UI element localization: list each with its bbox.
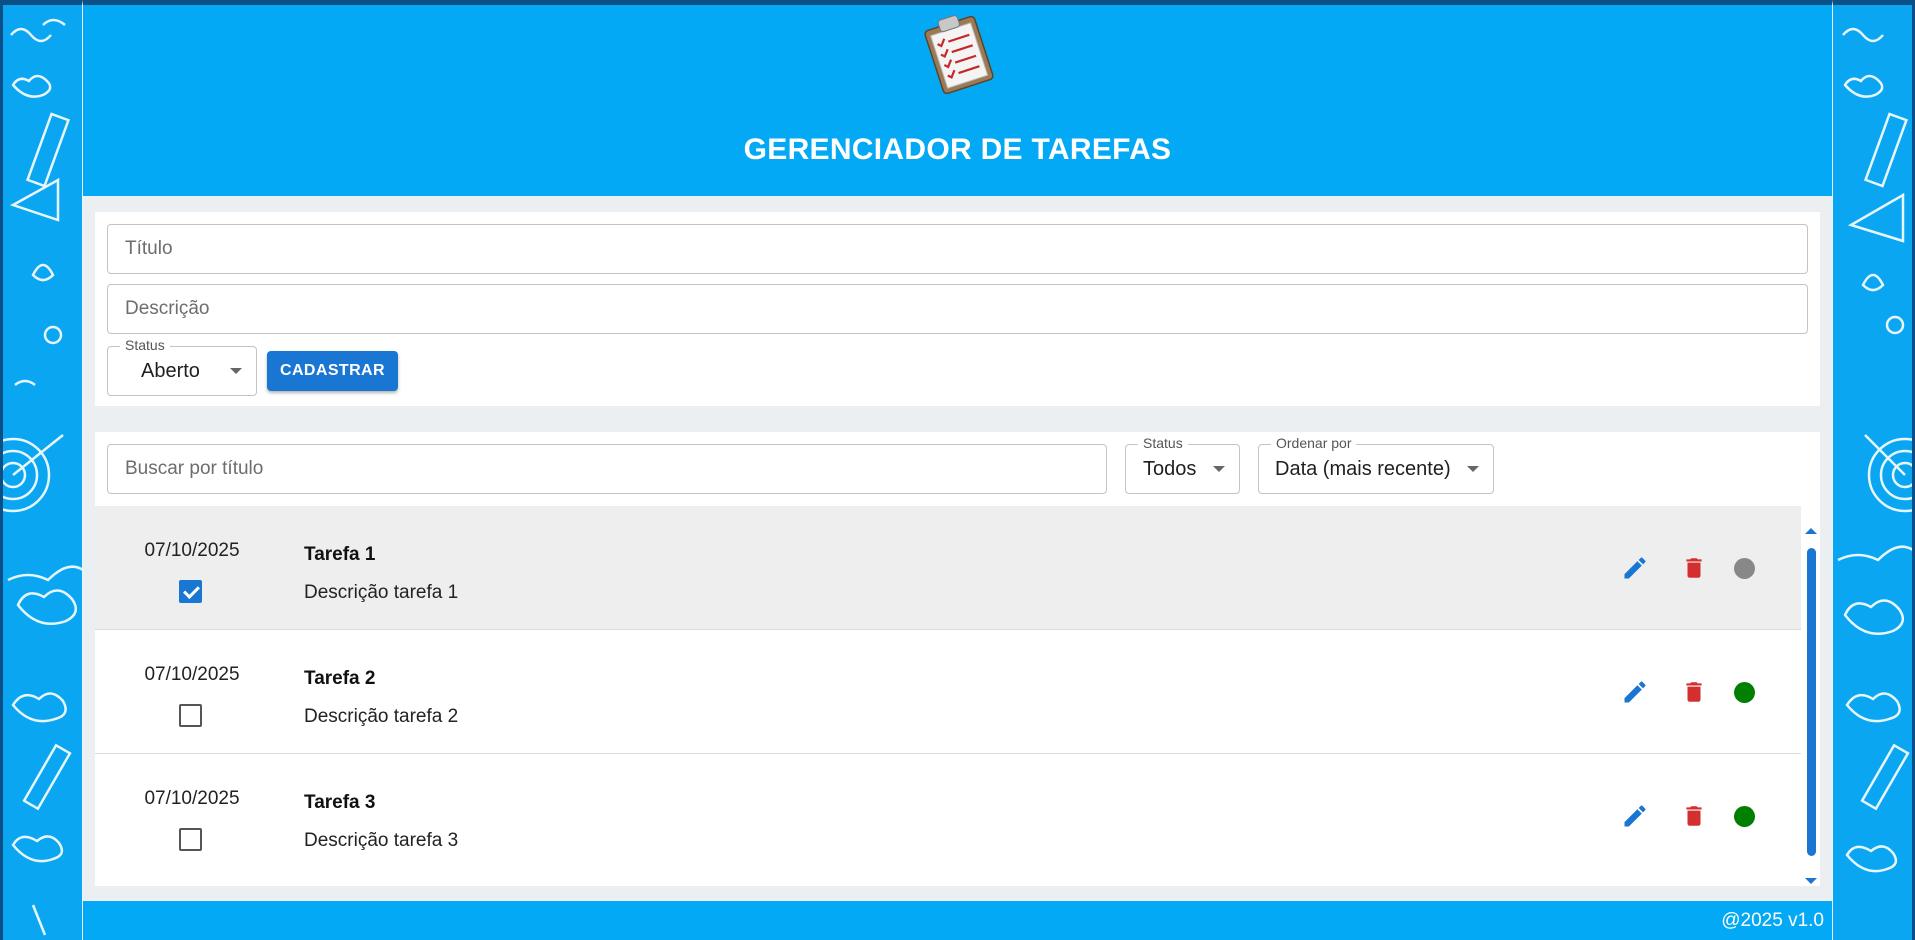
task-checkbox[interactable] — [179, 828, 202, 851]
chevron-down-icon — [1213, 466, 1225, 472]
task-date: 07/10/2025 — [144, 540, 240, 561]
chevron-down-icon — [230, 368, 242, 374]
right-decorative-panel — [1833, 0, 1915, 940]
task-date: 07/10/2025 — [144, 664, 240, 685]
edit-icon[interactable] — [1621, 802, 1649, 830]
task-row[interactable]: 07/10/2025 Tarefa 3 Descrição tarefa 3 — [95, 754, 1801, 878]
delete-icon[interactable] — [1681, 554, 1707, 582]
task-title: Tarefa 2 — [304, 668, 376, 689]
page-title: GERENCIADOR DE TAREFAS — [743, 133, 1172, 166]
status-indicator[interactable] — [1734, 806, 1755, 827]
task-form: Título Descrição Status Aberto CADASTRAR — [95, 212, 1820, 406]
status-filter-label: Status — [1138, 435, 1188, 451]
task-description: Descrição tarefa 2 — [304, 706, 459, 727]
app-header: GERENCIADOR DE TAREFAS — [83, 5, 1832, 196]
task-title: Tarefa 3 — [304, 792, 376, 813]
status-select[interactable]: Status Aberto — [107, 337, 257, 396]
clipboard-checklist-icon — [924, 15, 994, 95]
sort-select-label: Ordenar por — [1271, 435, 1357, 451]
main-content: Título Descrição Status Aberto CADASTRAR… — [83, 196, 1832, 901]
sort-select-value: Data (mais recente) — [1275, 457, 1451, 480]
status-indicator[interactable] — [1734, 682, 1755, 703]
status-filter-value: Todos — [1143, 457, 1197, 480]
form-actions: Status Aberto CADASTRAR — [107, 337, 1808, 396]
task-description: Descrição tarefa 1 — [304, 582, 459, 603]
delete-icon[interactable] — [1681, 802, 1707, 830]
task-checkbox[interactable] — [179, 704, 202, 727]
status-filter-select[interactable]: Status Todos — [1125, 435, 1240, 494]
app-frame: GERENCIADOR DE TAREFAS Título Descrição … — [82, 0, 1833, 940]
scroll-up-icon[interactable] — [1805, 528, 1817, 534]
description-input[interactable]: Descrição — [107, 284, 1808, 334]
task-title: Tarefa 1 — [304, 544, 376, 565]
task-checkbox[interactable] — [179, 580, 202, 603]
task-row[interactable]: 07/10/2025 Tarefa 2 Descrição tarefa 2 — [95, 630, 1801, 754]
submit-button[interactable]: CADASTRAR — [267, 351, 398, 391]
status-select-label: Status — [120, 337, 170, 353]
status-indicator[interactable] — [1734, 558, 1755, 579]
scroll-down-icon[interactable] — [1805, 878, 1817, 884]
scrollbar-thumb[interactable] — [1807, 548, 1816, 856]
task-date: 07/10/2025 — [144, 788, 240, 809]
title-input[interactable]: Título — [107, 224, 1808, 274]
filter-bar: Buscar por título Status Todos Ordenar p… — [95, 432, 1820, 506]
task-list: 07/10/2025 Tarefa 1 Descrição tarefa 1 0… — [95, 506, 1820, 886]
chevron-down-icon — [1467, 466, 1479, 472]
delete-icon[interactable] — [1681, 678, 1707, 706]
list-scrollbar[interactable] — [1804, 528, 1818, 884]
search-input[interactable]: Buscar por título — [107, 444, 1107, 494]
status-select-value: Aberto — [141, 359, 200, 382]
footer-version: @2025 v1.0 — [1721, 910, 1824, 931]
edit-icon[interactable] — [1621, 554, 1649, 582]
task-row[interactable]: 07/10/2025 Tarefa 1 Descrição tarefa 1 — [95, 506, 1801, 630]
edit-icon[interactable] — [1621, 678, 1649, 706]
left-decorative-panel — [0, 0, 82, 940]
task-description: Descrição tarefa 3 — [304, 830, 459, 851]
sort-select[interactable]: Ordenar por Data (mais recente) — [1258, 435, 1494, 494]
